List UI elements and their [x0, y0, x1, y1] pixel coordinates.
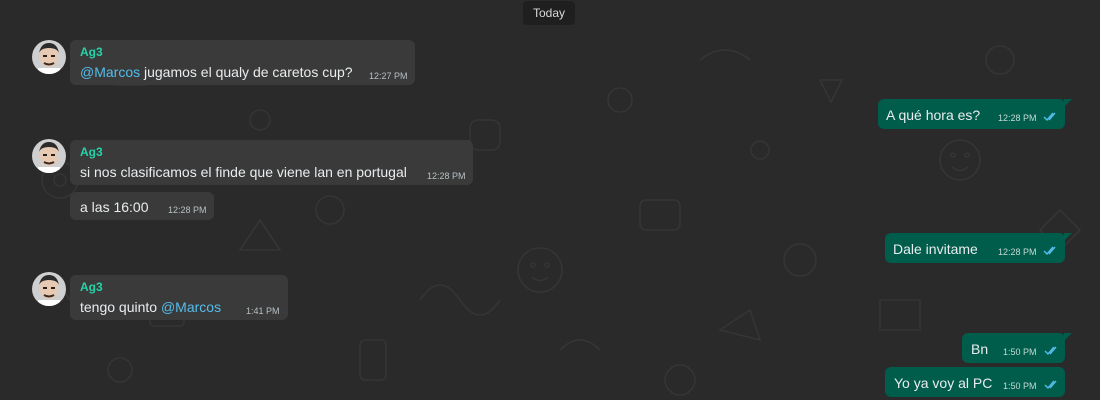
outgoing-message[interactable]: Bn 1:50 PM [962, 333, 1072, 363]
date-divider: Today [523, 1, 575, 25]
outgoing-message[interactable]: Yo ya voy al PC 1:50 PM [885, 367, 1065, 397]
double-check-icon [1044, 346, 1057, 356]
bubble-tail [1064, 233, 1072, 241]
double-check-icon [1043, 112, 1056, 122]
message-text: Bn [971, 341, 989, 357]
bubble-tail [1064, 99, 1072, 107]
double-check-icon [1043, 246, 1056, 256]
message-text: si nos clasificamos el finde que viene l… [80, 164, 407, 180]
incoming-message[interactable]: Ag3 @Marcos jugamos el qualy de caretos … [70, 40, 415, 85]
mention-link[interactable]: @Marcos [80, 64, 140, 80]
message-text: Yo ya voy al PC [894, 375, 993, 391]
outgoing-message[interactable]: Dale invitame 12:28 PM [885, 233, 1072, 263]
message-text: Dale invitame [893, 241, 978, 257]
message-time: 1:41 PM [246, 306, 280, 316]
sender-name[interactable]: Ag3 [80, 45, 103, 59]
message-time: 12:27 PM [369, 71, 408, 81]
incoming-message[interactable]: Ag3 tengo quinto @Marcos 1:41 PM [70, 275, 288, 320]
message-time: 12:28 PM [427, 171, 466, 181]
double-check-icon [1044, 380, 1057, 390]
incoming-message[interactable]: a las 16:00 12:28 PM [70, 192, 214, 220]
sender-name[interactable]: Ag3 [80, 280, 103, 294]
sender-name[interactable]: Ag3 [80, 145, 103, 159]
message-time: 1:50 PM [1003, 381, 1037, 391]
chat-panel: Today Ag3 @Marcos jugamos el qualy de ca… [0, 0, 1100, 400]
message-text: A qué hora es? [886, 107, 981, 123]
message-text: jugamos el qualy de caretos cup? [140, 64, 353, 80]
message-text: a las 16:00 [80, 199, 149, 215]
sender-avatar[interactable] [32, 272, 66, 306]
outgoing-message[interactable]: A qué hora es? 12:28 PM [878, 99, 1072, 129]
incoming-message[interactable]: Ag3 si nos clasificamos el finde que vie… [70, 140, 473, 185]
message-time: 1:50 PM [1003, 347, 1037, 357]
mention-link[interactable]: @Marcos [161, 299, 221, 315]
sender-avatar[interactable] [32, 139, 66, 173]
message-time: 12:28 PM [998, 113, 1037, 123]
message-text: tengo quinto [80, 299, 161, 315]
message-time: 12:28 PM [998, 247, 1037, 257]
message-time: 12:28 PM [168, 205, 207, 215]
sender-avatar[interactable] [32, 40, 66, 74]
bubble-tail [1064, 333, 1072, 341]
